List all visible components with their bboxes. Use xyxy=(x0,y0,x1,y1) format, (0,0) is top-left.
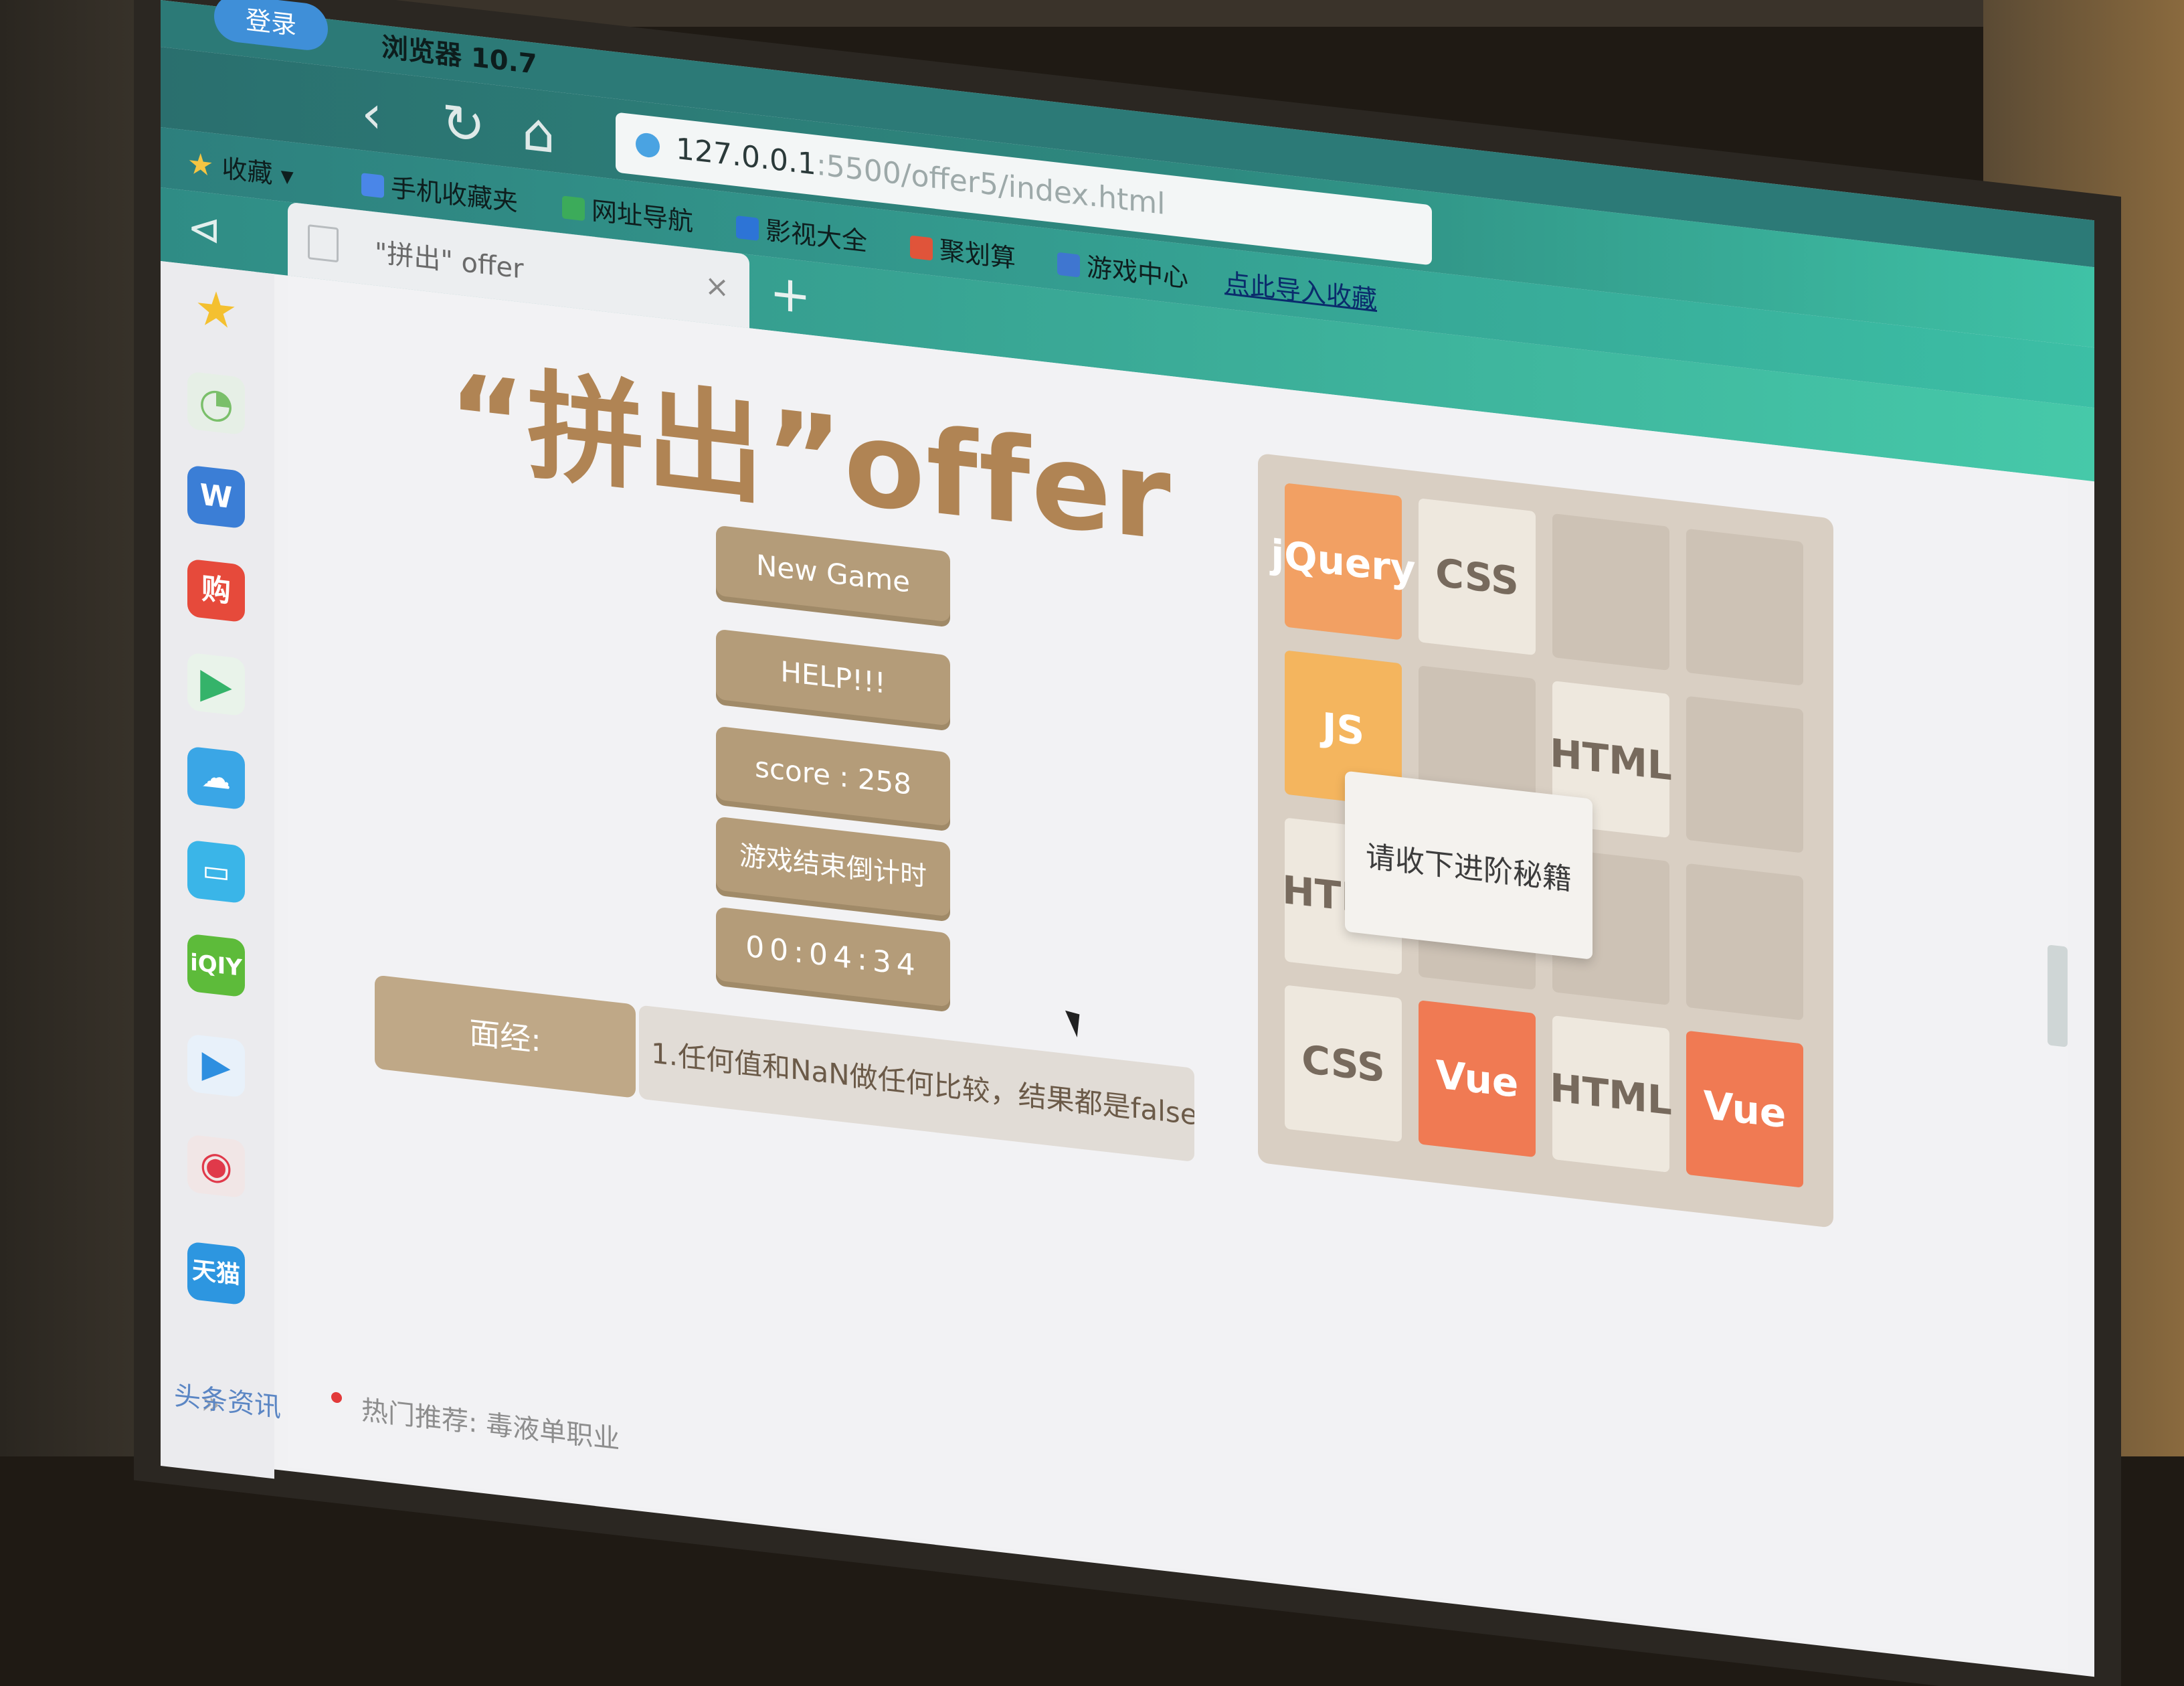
board-cell xyxy=(1686,863,1803,1021)
cloud-icon[interactable]: ☁ xyxy=(187,746,245,811)
tile-jquery: jQuery xyxy=(1271,483,1416,641)
page-icon xyxy=(308,224,339,263)
bookmark-video[interactable]: 影视大全 xyxy=(736,206,867,258)
iqiyi-icon[interactable]: iQIY xyxy=(187,933,245,998)
bookmark-icon xyxy=(1057,252,1080,278)
bookmark-juhuasuan[interactable]: 聚划算 xyxy=(910,226,1016,275)
bookmark-nav[interactable]: 网址导航 xyxy=(562,186,693,238)
bookmark-icon xyxy=(361,173,384,199)
word-icon[interactable]: W xyxy=(187,465,245,529)
bookmark-label: 聚划算 xyxy=(939,235,1016,274)
game-board[interactable]: jQuery CSS JS HTML HTML CSS Vue HTML Vue… xyxy=(1258,452,1833,1228)
login-button[interactable]: 登录 xyxy=(214,0,328,53)
countdown-timer: 00:04:34 xyxy=(716,906,950,1007)
app-sidebar: ★ ◔ W 购 ▶ ☁ ▭ iQIY ▶ ◉ 天猫 » xyxy=(161,261,274,1479)
new-tab-icon[interactable]: + xyxy=(769,264,811,326)
interview-label: 面经: xyxy=(375,975,636,1098)
star-icon: ★ xyxy=(187,146,214,184)
tile-vue: Vue xyxy=(1419,1000,1536,1158)
bookmark-games[interactable]: 游戏中心 xyxy=(1057,243,1188,294)
video-play-icon[interactable]: ▶ xyxy=(187,652,245,717)
star-icon[interactable]: ★ xyxy=(187,278,245,342)
board-cell xyxy=(1686,695,1803,853)
room-left-wall xyxy=(0,0,174,1456)
clock-icon[interactable]: ◔ xyxy=(187,371,245,436)
import-bookmarks-link[interactable]: 点此导入收藏 xyxy=(1224,262,1377,316)
help-button[interactable]: HELP!!! xyxy=(716,628,950,726)
bookmark-label: 影视大全 xyxy=(765,215,868,257)
bookmark-mobile[interactable]: 手机收藏夹 xyxy=(361,163,518,218)
tile-vue: Vue xyxy=(1686,1030,1803,1188)
tv-icon[interactable]: ▭ xyxy=(187,839,245,904)
board-cell xyxy=(1686,528,1803,686)
close-icon[interactable]: × xyxy=(705,268,729,305)
home-icon[interactable]: ⌂ xyxy=(522,102,555,166)
tile-css: CSS xyxy=(1285,985,1402,1143)
scrollbar-handle[interactable] xyxy=(2047,944,2068,1047)
favorites-menu[interactable]: ★ 收藏 ▾ xyxy=(187,144,294,193)
bookmark-icon xyxy=(562,195,585,222)
bookmark-icon xyxy=(736,215,759,241)
bookmark-label: 手机收藏夹 xyxy=(391,173,519,217)
record-icon[interactable]: ◉ xyxy=(187,1134,245,1199)
tile-html: HTML xyxy=(1550,1015,1672,1173)
bookmark-label: 网址导航 xyxy=(592,195,694,237)
url-host: 127.0.0.1 xyxy=(676,131,816,182)
bookmark-label: 游戏中心 xyxy=(1087,252,1189,294)
reload-icon[interactable]: ↻ xyxy=(442,92,485,157)
tianmao-icon[interactable]: 天猫 xyxy=(187,1241,245,1306)
interview-tip: 1.任何值和NaN做任何比较，结果都是false; xyxy=(639,1005,1194,1163)
popup-tip[interactable]: 请收下进阶秘籍 xyxy=(1345,770,1592,960)
countdown-label: 游戏结束倒计时 xyxy=(716,816,950,917)
score-display: score : 258 xyxy=(716,726,950,827)
shop-icon[interactable]: 购 xyxy=(187,558,245,623)
sidebar-toggle-icon[interactable]: ⊲ xyxy=(187,204,221,255)
favorites-label: 收藏 xyxy=(221,153,273,189)
tile-css: CSS xyxy=(1419,498,1536,656)
projection-screen: 登录 浏览器 10.7 ‹ ↻ ⌂ 127.0.0.1:5500/offer5/… xyxy=(161,0,2094,1677)
mouse-cursor xyxy=(1065,1007,1089,1037)
secure-icon xyxy=(636,131,660,159)
bookmark-icon xyxy=(910,235,933,261)
tab-title: "拼出" offer xyxy=(375,237,524,285)
board-cell xyxy=(1552,513,1669,671)
page-content: “拼出”offer New Game HELP!!! score : 258 游… xyxy=(288,275,2068,1670)
browser-name: 浏览器 10.7 xyxy=(381,31,537,81)
back-icon[interactable]: ‹ xyxy=(361,83,382,146)
player-icon[interactable]: ▶ xyxy=(187,1033,245,1098)
